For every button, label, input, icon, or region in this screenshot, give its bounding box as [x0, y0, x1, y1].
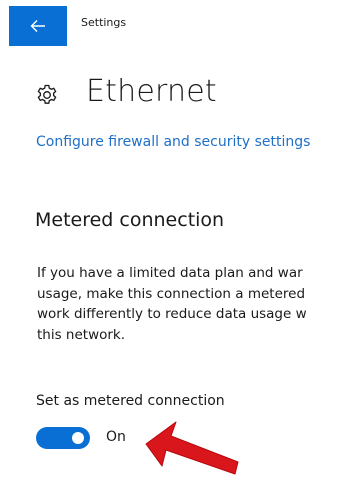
- gear-icon: [37, 84, 57, 104]
- description-line: If you have a limited data plan and war: [37, 265, 303, 281]
- window-title: Settings: [81, 16, 127, 29]
- metered-toggle-label: Set as metered connection: [36, 393, 225, 409]
- toggle-knob: [72, 432, 84, 444]
- description-line: usage, make this connection a metered: [37, 285, 306, 302]
- metered-connection-heading: Metered connection: [35, 209, 225, 231]
- description-line: work differently to reduce data usage w: [37, 306, 307, 322]
- arrow-left-icon: [30, 20, 45, 32]
- toggle-state-label: On: [106, 429, 126, 445]
- metered-toggle-switch[interactable]: [36, 427, 90, 449]
- page-title: Ethernet: [86, 74, 217, 109]
- firewall-settings-link[interactable]: Configure firewall and security settings: [36, 134, 310, 150]
- settings-page: Settings Ethernet Configure firewall and…: [0, 0, 352, 483]
- red-arrow-icon: [145, 421, 239, 475]
- back-button[interactable]: [9, 6, 67, 46]
- metered-description: If you have a limited data plan and war …: [37, 263, 307, 345]
- description-line: this network.: [37, 326, 126, 343]
